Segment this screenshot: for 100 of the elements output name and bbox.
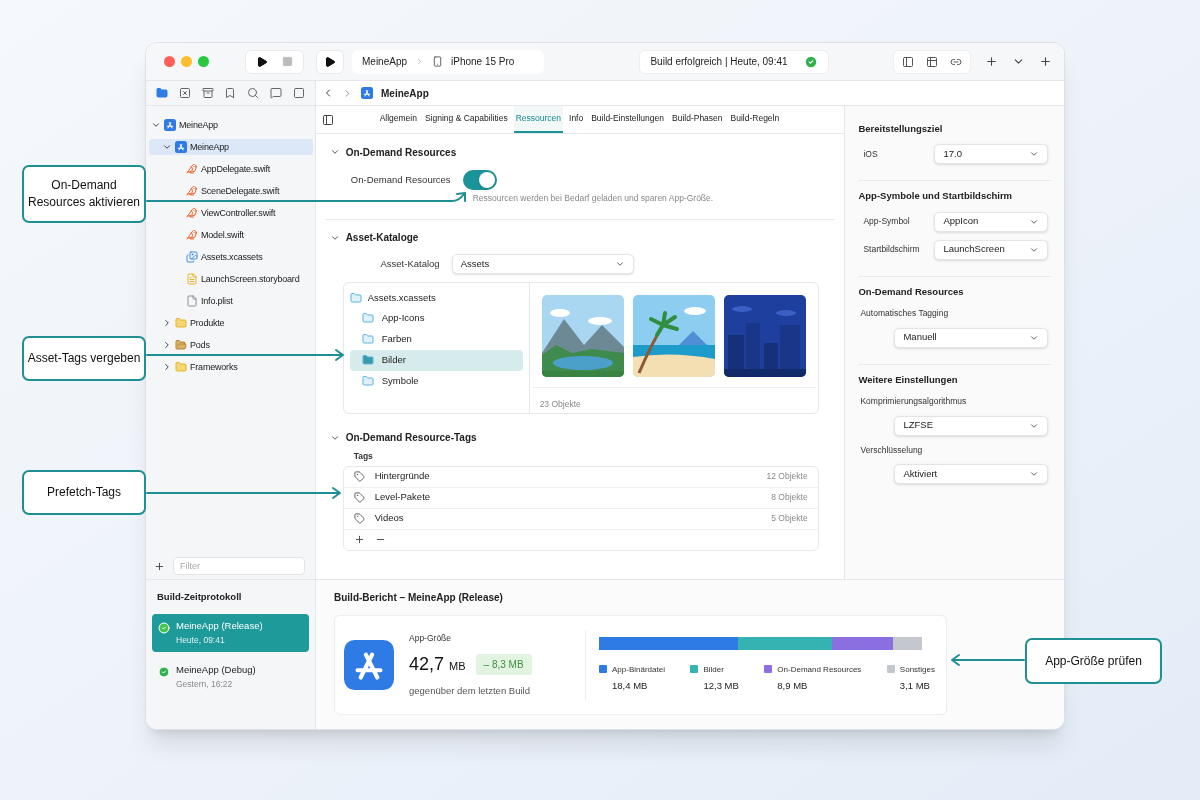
add-icon[interactable] [1039, 55, 1052, 68]
tag-icon [353, 513, 365, 524]
app-icon [175, 141, 187, 153]
legend-label: On-Demand Resources [777, 663, 862, 676]
chevron-icon[interactable] [151, 120, 161, 130]
legend-value: 8,9 MB [777, 678, 809, 693]
chevron-icon[interactable] [162, 362, 172, 372]
tree-item[interactable]: Farben [349, 328, 523, 350]
chevron-icon[interactable] [162, 142, 172, 152]
legend-label: App-Binärdatei [612, 663, 665, 676]
report-title: Build-Bericht – MeineApp (Release) [334, 591, 504, 605]
metric-label: App-Größe [409, 632, 453, 645]
tab[interactable]: Allgemein [377, 106, 419, 133]
sidebar-icon[interactable] [321, 113, 334, 126]
field-label: iOS [862, 147, 879, 161]
tree-item[interactable]: Symbole [349, 370, 523, 392]
add-icon[interactable] [985, 55, 998, 68]
dropdown[interactable]: Assets [451, 253, 634, 274]
tag-icon [353, 471, 365, 482]
tree-item[interactable]: Assets.xcassets [349, 287, 523, 308]
field-label: Asset-Katalog [379, 256, 441, 271]
folder-icon[interactable] [156, 87, 168, 99]
section-title: Bereitstellungsziel [858, 122, 944, 136]
chevron-icon[interactable] [162, 340, 172, 350]
tree-item[interactable]: Model.swift [149, 227, 313, 243]
build-status: Build erfolgreich | Heute, 09:41 [639, 49, 829, 74]
size-delta: – 8,3 MB [475, 653, 532, 675]
toggle-label: On-Demand Resources [349, 172, 452, 187]
tree-item[interactable]: SceneDelegate.swift [149, 183, 313, 199]
dropdown[interactable]: AppIcon [934, 211, 1049, 232]
scheme-selector[interactable]: MeineApp iPhone 15 Pro [352, 49, 544, 74]
tree-item[interactable]: MeineApp [149, 117, 313, 133]
toggle-switch[interactable] [462, 170, 497, 190]
success-icon [158, 622, 170, 635]
sidebar-icon[interactable] [902, 55, 914, 68]
section-title: On-Demand Resource-Tags [345, 431, 477, 446]
message-icon[interactable] [270, 87, 283, 99]
build-item[interactable]: MeineApp (Debug) Gestern, 16:22 [152, 658, 309, 697]
folder-icon [175, 317, 187, 329]
chevron-icon[interactable] [329, 147, 340, 157]
tab[interactable]: Build-Phasen [670, 106, 725, 133]
tree-item[interactable]: Frameworks [149, 359, 313, 375]
dropdown[interactable]: Manuell [894, 327, 1049, 348]
square-x-icon[interactable] [178, 87, 191, 99]
app-icon [344, 640, 394, 690]
tree-item[interactable]: ViewController.swift [149, 205, 313, 221]
tag-row[interactable]: Videos 5 Objekte [343, 508, 818, 530]
bird-icon [186, 207, 198, 219]
app-size: 42,7 MB [409, 652, 466, 676]
tab[interactable]: Build-Einstellungen [589, 106, 666, 133]
bird-icon [186, 163, 198, 175]
add-icon[interactable] [154, 560, 165, 572]
section-title: App-Symbole und Startbildschirm [858, 189, 1014, 204]
square-icon[interactable] [292, 87, 305, 99]
close-button[interactable] [164, 56, 175, 67]
tree-item[interactable]: App-Icons [349, 307, 523, 329]
tree-item[interactable]: Info.plist [149, 293, 313, 309]
tag-row[interactable]: Level-Pakete 8 Objekte [343, 487, 818, 509]
tree-item[interactable]: Pods [149, 337, 313, 353]
archive-icon[interactable] [201, 87, 214, 99]
tab[interactable]: Ressourcen [513, 106, 563, 133]
tree-item[interactable]: Assets.xcassets [149, 249, 313, 265]
document-icon [186, 273, 198, 285]
tree-item[interactable]: AppDelegate.swift [149, 161, 313, 177]
tree-item[interactable]: Produkte [149, 315, 313, 331]
success-icon [803, 54, 818, 69]
bookmark-icon[interactable] [224, 87, 237, 99]
tab[interactable]: Signing & Capabilities [422, 106, 510, 133]
tree-item[interactable]: LaunchScreen.storyboard [149, 271, 313, 287]
app-icon [361, 87, 373, 99]
dropdown[interactable]: Aktiviert [894, 464, 1049, 485]
table-icon[interactable] [926, 55, 938, 68]
file-icon [186, 295, 198, 307]
callout: App-Größe prüfen [1025, 638, 1162, 684]
dropdown[interactable]: 17.0 [934, 144, 1049, 165]
dropdown[interactable]: LaunchScreen [934, 239, 1049, 260]
section-title: Asset-Kataloge [345, 231, 419, 246]
filter-field[interactable]: Filter [173, 557, 305, 575]
field-label: Verschlüsselung [859, 443, 924, 457]
tab[interactable]: Build-Regeln [728, 106, 782, 133]
image-stack-icon [186, 251, 198, 263]
tree-item[interactable]: MeineApp [149, 139, 313, 155]
dropdown[interactable]: LZFSE [894, 415, 1049, 436]
section-title: On-Demand Resources [858, 284, 965, 299]
tag-row[interactable]: Hintergründe 12 Objekte [343, 466, 818, 488]
folder-icon [361, 312, 374, 325]
play-icon[interactable] [324, 55, 336, 68]
tab[interactable]: Info [567, 106, 586, 133]
breadcrumb-item[interactable]: MeineApp [381, 85, 429, 101]
tree-item[interactable]: Bilder [349, 349, 523, 371]
app-icon [164, 119, 176, 131]
section-title: On-Demand Resources [345, 145, 457, 160]
section-title: Weitere Einstellungen [858, 372, 959, 387]
folder-icon [349, 291, 362, 304]
search-icon[interactable] [247, 87, 260, 99]
folder-icon [361, 375, 374, 388]
add-icon[interactable] [353, 534, 365, 545]
bird-icon [186, 229, 198, 241]
chevron-icon[interactable] [162, 318, 172, 328]
run-button[interactable] [256, 55, 268, 68]
